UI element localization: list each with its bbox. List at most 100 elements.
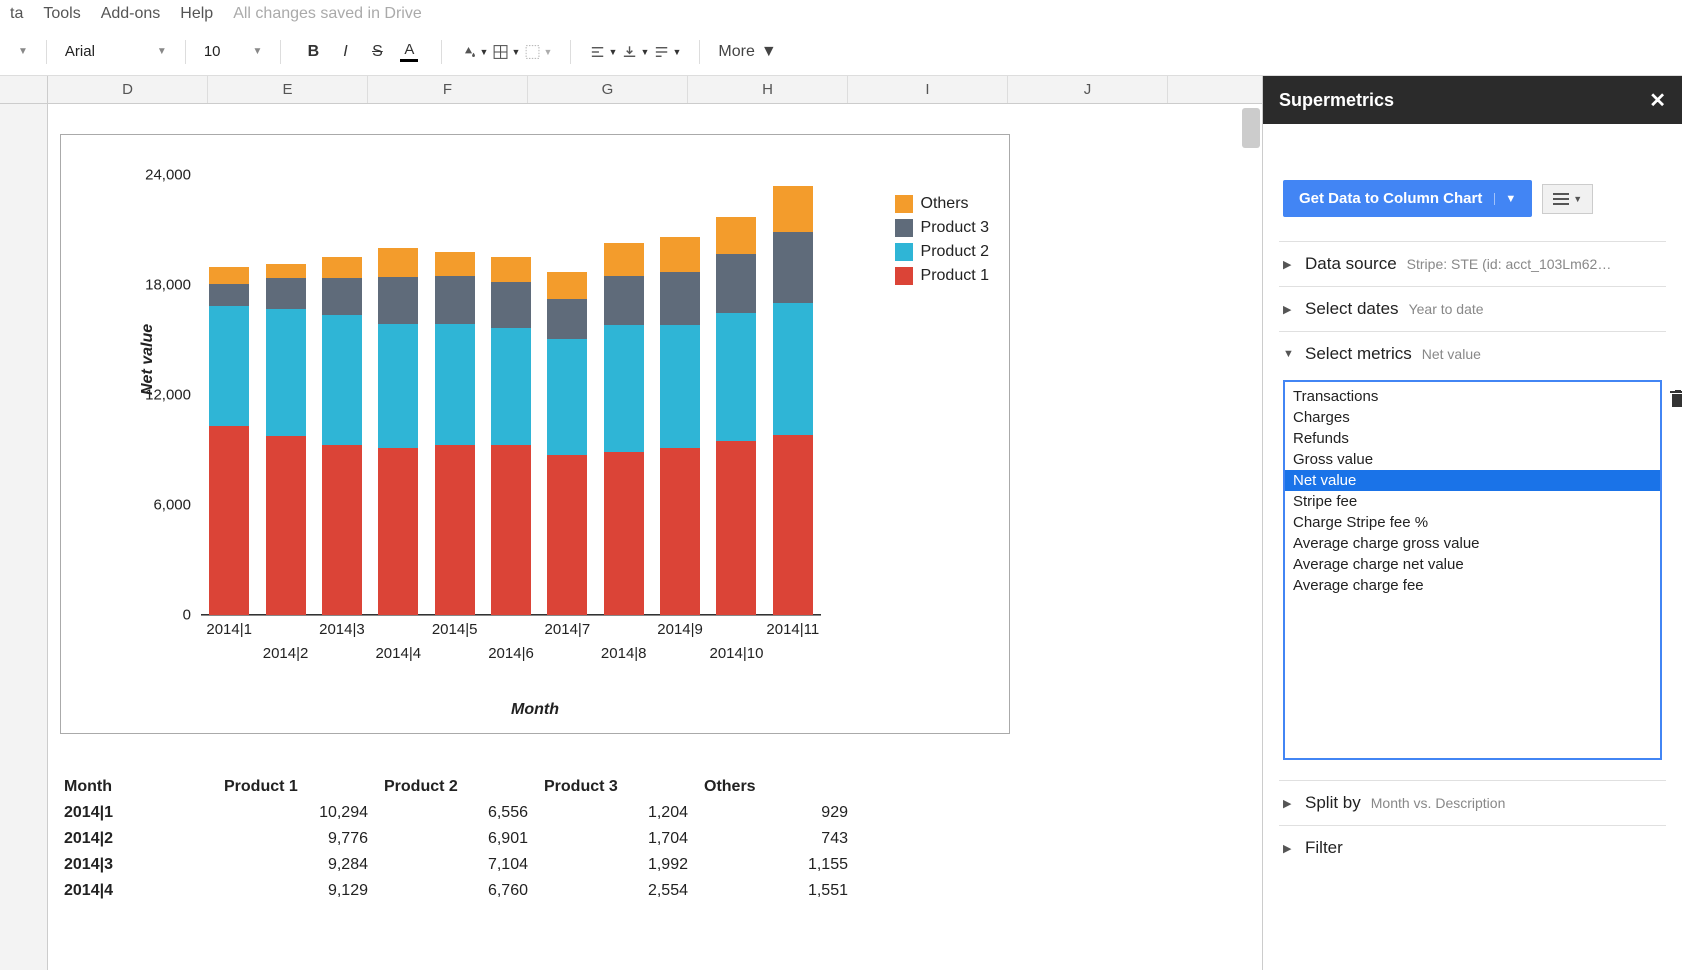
table-header: Month xyxy=(60,774,220,800)
col-header[interactable]: G xyxy=(528,76,688,103)
x-tick-label: 2014|8 xyxy=(601,615,647,662)
x-tick-label: 2014|10 xyxy=(709,615,763,662)
text-color-button[interactable]: A xyxy=(395,38,423,66)
data-table: MonthProduct 1Product 2Product 3Others20… xyxy=(60,774,860,904)
metric-option[interactable]: Average charge net value xyxy=(1285,554,1660,575)
y-tick-label: 18,000 xyxy=(145,277,201,294)
metric-option[interactable]: Transactions xyxy=(1285,386,1660,407)
metric-option[interactable]: Refunds xyxy=(1285,428,1660,449)
bar-stack xyxy=(266,264,306,615)
col-header[interactable]: I xyxy=(848,76,1008,103)
bold-button[interactable]: B xyxy=(299,38,327,66)
x-tick-label: 2014|6 xyxy=(488,615,534,662)
table-header: Product 1 xyxy=(220,774,380,800)
select-dates-section[interactable]: ▶ Select dates Year to date xyxy=(1279,286,1666,331)
bar-stack xyxy=(378,248,418,615)
bar-stack xyxy=(209,267,249,615)
col-header[interactable]: D xyxy=(48,76,208,103)
close-icon[interactable]: ✕ xyxy=(1649,88,1666,113)
metric-option[interactable]: Net value xyxy=(1285,470,1660,491)
bar-stack xyxy=(435,252,475,615)
legend-item: Others xyxy=(895,195,989,213)
menu-item[interactable]: Tools xyxy=(43,5,80,23)
y-tick-label: 6,000 xyxy=(153,497,201,514)
table-row: 2014|49,1296,7602,5541,551 xyxy=(60,878,860,904)
chevron-down-icon: ▼ xyxy=(1283,348,1295,360)
vertical-align-button[interactable]: ▼ xyxy=(621,38,649,66)
metric-option[interactable]: Charges xyxy=(1285,407,1660,428)
x-tick-label: 2014|7 xyxy=(545,615,591,638)
sidebar-menu-button[interactable]: ▼ xyxy=(1542,184,1593,214)
merge-cells-button[interactable]: ▼ xyxy=(524,38,552,66)
split-by-section[interactable]: ▶ Split by Month vs. Description xyxy=(1279,780,1666,825)
table-header: Product 2 xyxy=(380,774,540,800)
select-metrics-section[interactable]: ▼ Select metrics Net value xyxy=(1279,331,1666,376)
borders-button[interactable]: ▼ xyxy=(492,38,520,66)
x-tick-label: 2014|11 xyxy=(766,615,819,638)
data-source-section[interactable]: ▶ Data source Stripe: STE (id: acct_103L… xyxy=(1279,241,1666,286)
chart-legend: Others Product 3 Product 2 Product 1 xyxy=(895,195,989,291)
get-data-button[interactable]: Get Data to Column Chart▼ xyxy=(1283,180,1532,217)
table-header: Others xyxy=(700,774,860,800)
italic-button[interactable]: I xyxy=(331,38,359,66)
chevron-right-icon: ▶ xyxy=(1283,797,1295,810)
filter-section[interactable]: ▶ Filter xyxy=(1279,825,1666,870)
menu-item[interactable]: Add-ons xyxy=(101,5,161,23)
col-header[interactable]: F xyxy=(368,76,528,103)
bar-stack xyxy=(660,237,700,615)
table-row: 2014|29,7766,9011,704743 xyxy=(60,826,860,852)
metric-option[interactable]: Average charge gross value xyxy=(1285,533,1660,554)
table-row: 2014|39,2847,1041,9921,155 xyxy=(60,852,860,878)
x-tick-label: 2014|9 xyxy=(657,615,703,638)
metric-option[interactable]: Average charge fee xyxy=(1285,575,1660,596)
col-header[interactable]: J xyxy=(1008,76,1168,103)
y-tick-label: 24,000 xyxy=(145,167,201,184)
x-tick-label: 2014|4 xyxy=(375,615,421,662)
col-header[interactable]: H xyxy=(688,76,848,103)
chevron-right-icon: ▶ xyxy=(1283,258,1295,271)
col-header[interactable]: E xyxy=(208,76,368,103)
save-status: All changes saved in Drive xyxy=(233,5,422,23)
legend-item: Product 2 xyxy=(895,243,989,261)
bar-stack xyxy=(773,186,813,615)
more-tools-button[interactable]: More▼ xyxy=(710,39,784,65)
legend-item: Product 3 xyxy=(895,219,989,237)
bar-stack xyxy=(491,257,531,615)
text-wrap-button[interactable]: ▼ xyxy=(653,38,681,66)
bar-stack xyxy=(322,257,362,615)
horizontal-align-button[interactable]: ▼ xyxy=(589,38,617,66)
menu-item[interactable]: Help xyxy=(180,5,213,23)
x-axis-label: Month xyxy=(61,701,1009,719)
column-headers: D E F G H I J xyxy=(0,76,1262,104)
font-family-dropdown[interactable]: Arial▼ xyxy=(57,39,175,64)
chevron-right-icon: ▶ xyxy=(1283,842,1295,855)
bar-stack xyxy=(716,217,756,615)
y-axis-label: Net value xyxy=(139,324,157,395)
toolbar: ▼ Arial▼ 10▼ B I S A ▼ ▼ ▼ ▼ ▼ ▼ xyxy=(0,28,1682,76)
strikethrough-button[interactable]: S xyxy=(363,38,391,66)
sidebar-title: Supermetrics xyxy=(1279,90,1394,111)
metric-option[interactable]: Charge Stripe fee % xyxy=(1285,512,1660,533)
paint-format-dropdown[interactable]: ▼ xyxy=(10,42,36,61)
chart[interactable]: Net value Month 0 6,000 12,000 18,000 24,000… xyxy=(60,134,1010,734)
supermetrics-sidebar: Supermetrics ✕ Get Data to Column Chart▼… xyxy=(1262,76,1682,970)
metrics-listbox[interactable]: TransactionsChargesRefundsGross valueNet… xyxy=(1283,380,1662,760)
menu-bar: ta Tools Add-ons Help All changes saved … xyxy=(0,0,1682,28)
x-tick-label: 2014|1 xyxy=(206,615,252,638)
menu-item[interactable]: ta xyxy=(10,5,23,23)
font-size-dropdown[interactable]: 10▼ xyxy=(196,39,271,64)
y-tick-label: 0 xyxy=(183,607,201,624)
metric-option[interactable]: Gross value xyxy=(1285,449,1660,470)
chevron-right-icon: ▶ xyxy=(1283,303,1295,316)
bar-stack xyxy=(604,243,644,615)
metric-option[interactable]: Stripe fee xyxy=(1285,491,1660,512)
fill-color-button[interactable]: ▼ xyxy=(460,38,488,66)
trash-icon[interactable] xyxy=(1670,390,1682,413)
y-tick-label: 12,000 xyxy=(145,387,201,404)
vertical-scrollbar[interactable] xyxy=(1242,108,1260,148)
table-row: 2014|110,2946,5561,204929 xyxy=(60,800,860,826)
spreadsheet-area[interactable]: D E F G H I J Net value Month 0 6,000 12,0… xyxy=(0,76,1262,970)
legend-item: Product 1 xyxy=(895,267,989,285)
table-header: Product 3 xyxy=(540,774,700,800)
sidebar-header: Supermetrics ✕ xyxy=(1263,76,1682,124)
